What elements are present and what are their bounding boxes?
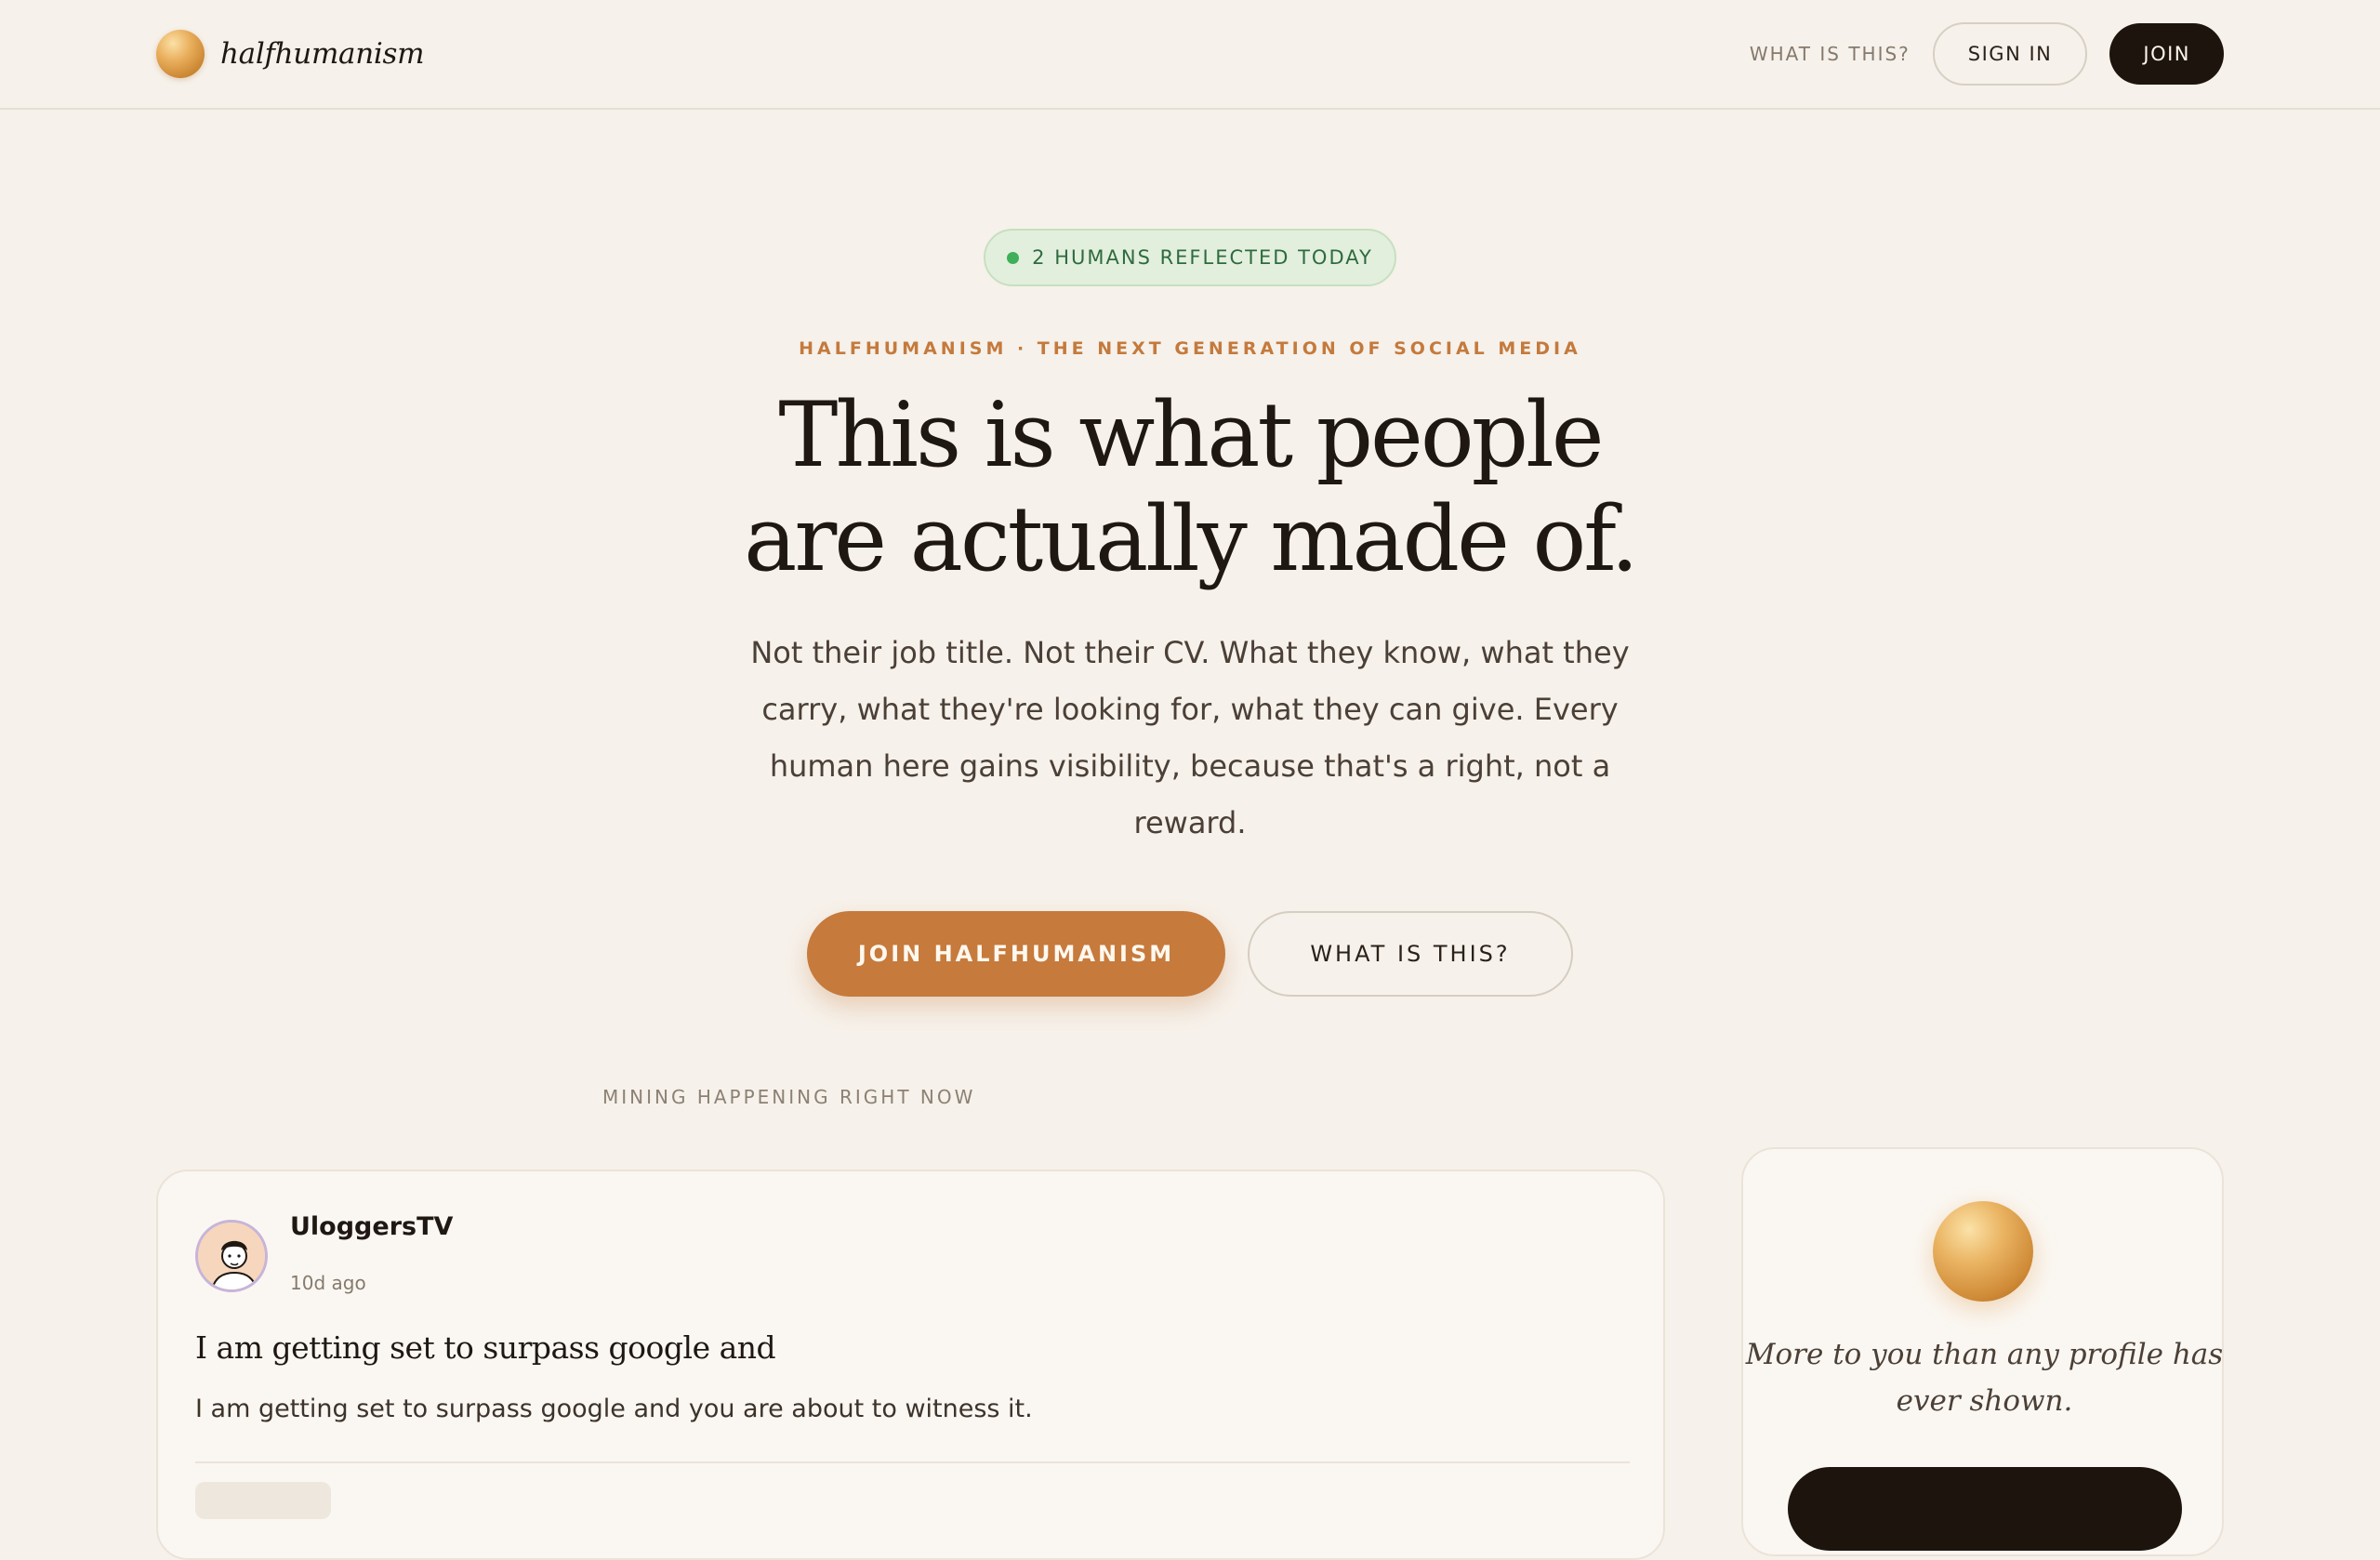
signup-promo-card: More to you than any profile has ever sh… bbox=[1741, 1147, 2224, 1556]
top-navigation-bar: halfhumanism WHAT IS THIS? SIGN IN JOIN bbox=[0, 0, 2380, 110]
sign-in-button[interactable]: SIGN IN bbox=[1932, 22, 2088, 86]
what-is-this-button[interactable]: WHAT IS THIS? bbox=[1248, 911, 1573, 997]
status-badge: 2 HUMANS REFLECTED TODAY bbox=[984, 229, 1396, 286]
post-divider bbox=[195, 1461, 1630, 1463]
headline-line-2: are actually made of. bbox=[744, 487, 1639, 591]
promo-tagline: More to you than any profile has ever sh… bbox=[1745, 1338, 2224, 1418]
user-avatar[interactable] bbox=[195, 1220, 268, 1292]
header-nav: WHAT IS THIS? SIGN IN JOIN bbox=[1750, 22, 2224, 86]
join-halfhumanism-button[interactable]: JOIN HALFHUMANISM bbox=[807, 911, 1225, 997]
post-timestamp: 10d ago bbox=[290, 1272, 366, 1294]
post-author[interactable]: UloggersTV bbox=[290, 1212, 453, 1241]
brand-name: halfhumanism bbox=[220, 37, 425, 71]
what-is-this-link[interactable]: WHAT IS THIS? bbox=[1750, 43, 1911, 65]
post-body: I am getting set to surpass google and y… bbox=[195, 1395, 1033, 1423]
avatar-illustration-icon bbox=[198, 1223, 265, 1289]
promo-cta-button[interactable] bbox=[1788, 1467, 2182, 1551]
post-card[interactable]: UloggersTV 10d ago I am getting set to s… bbox=[156, 1170, 1665, 1560]
live-dot-icon bbox=[1007, 251, 1020, 264]
post-tag-chip[interactable] bbox=[195, 1482, 331, 1519]
orb-icon bbox=[1933, 1201, 2033, 1302]
status-badge-text: 2 HUMANS REFLECTED TODAY bbox=[1032, 246, 1373, 269]
feed-section-label: MINING HAPPENING RIGHT NOW bbox=[602, 1086, 976, 1108]
brand-logo-link[interactable]: halfhumanism bbox=[156, 29, 425, 79]
post-title[interactable]: I am getting set to surpass google and bbox=[195, 1329, 776, 1366]
hero-headline: This is what people are actually made of… bbox=[0, 383, 2380, 591]
hero-subcopy: Not their job title. Not their CV. What … bbox=[750, 635, 1630, 840]
orb-logo-icon bbox=[156, 30, 205, 78]
join-button[interactable]: JOIN bbox=[2109, 23, 2224, 85]
headline-line-1: This is what people bbox=[778, 383, 1604, 487]
hero-eyebrow: HALFHUMANISM · THE NEXT GENERATION OF SO… bbox=[799, 338, 1581, 359]
